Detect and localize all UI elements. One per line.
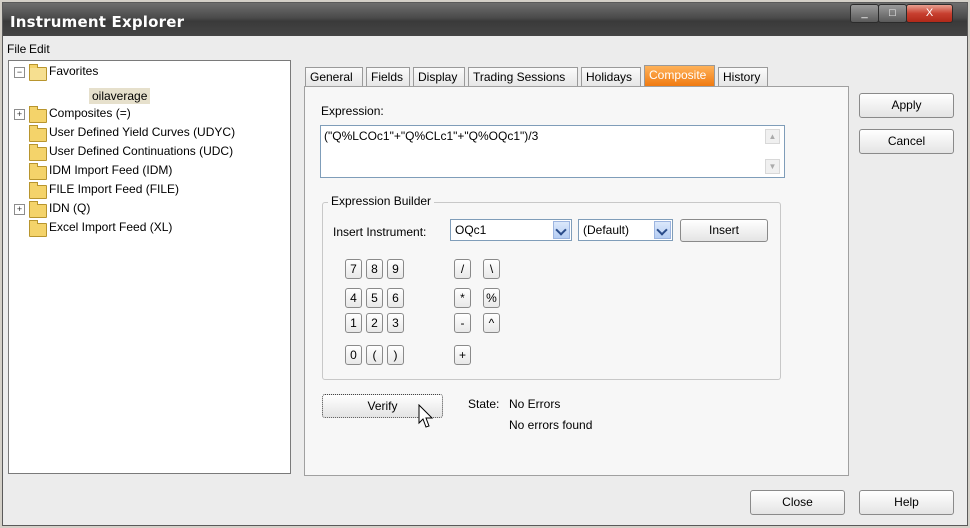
- key-7[interactable]: 7: [345, 259, 362, 279]
- tree-item-idm[interactable]: IDM Import Feed (IDM): [49, 163, 172, 177]
- tab-display[interactable]: Display: [413, 67, 465, 86]
- chevron-down-icon[interactable]: [553, 221, 570, 239]
- tree-item-oilaverage[interactable]: oilaverage: [89, 88, 151, 104]
- window-title: Instrument Explorer: [10, 13, 185, 31]
- folder-icon: [29, 106, 47, 123]
- tab-general[interactable]: General: [305, 67, 363, 86]
- key-minus[interactable]: -: [454, 313, 471, 333]
- key-9[interactable]: 9: [387, 259, 404, 279]
- help-button[interactable]: Help: [859, 490, 954, 515]
- maximize-button[interactable]: □: [878, 4, 907, 23]
- key-power[interactable]: ^: [483, 313, 500, 333]
- scroll-up-icon[interactable]: ▲: [765, 129, 780, 144]
- state-value: No Errors: [509, 397, 561, 411]
- menu-file[interactable]: File: [7, 42, 26, 56]
- key-backslash[interactable]: \: [483, 259, 500, 279]
- tab-composite[interactable]: Composite: [644, 65, 715, 86]
- tab-history[interactable]: History: [718, 67, 768, 86]
- field-value: (Default): [583, 223, 630, 237]
- tab-holidays[interactable]: Holidays: [581, 67, 641, 86]
- expression-label: Expression:: [321, 104, 384, 118]
- cancel-button[interactable]: Cancel: [859, 129, 954, 154]
- tab-trading-sessions[interactable]: Trading Sessions: [468, 67, 578, 86]
- tree-item-idn[interactable]: IDN (Q): [49, 201, 90, 215]
- menu-bar: File Edit: [3, 40, 965, 58]
- folder-icon: [29, 163, 47, 180]
- insert-button[interactable]: Insert: [680, 219, 768, 242]
- key-1[interactable]: 1: [345, 313, 362, 333]
- close-window-button[interactable]: X: [906, 4, 953, 23]
- expression-scrollbar[interactable]: ▲ ▼: [765, 129, 780, 174]
- tree-item-udyc[interactable]: User Defined Yield Curves (UDYC): [49, 125, 235, 139]
- key-8[interactable]: 8: [366, 259, 383, 279]
- key-close-paren[interactable]: ): [387, 345, 404, 365]
- key-0[interactable]: 0: [345, 345, 362, 365]
- instrument-value: OQc1: [455, 223, 487, 237]
- expand-icon[interactable]: +: [14, 204, 25, 215]
- expression-text: ("Q%LCOc1"+"Q%CLc1"+"Q%OQc1")/3: [324, 129, 539, 143]
- key-6[interactable]: 6: [387, 288, 404, 308]
- folder-icon: [29, 201, 47, 218]
- key-5[interactable]: 5: [366, 288, 383, 308]
- tree-item-excel[interactable]: Excel Import Feed (XL): [49, 220, 172, 234]
- key-divide[interactable]: /: [454, 259, 471, 279]
- key-2[interactable]: 2: [366, 313, 383, 333]
- mouse-cursor-icon: [418, 404, 434, 428]
- instrument-tree[interactable]: − Favorites oilaverage + Composites (=) …: [8, 60, 291, 474]
- expression-field[interactable]: ("Q%LCOc1"+"Q%CLc1"+"Q%OQc1")/3 ▲ ▼: [320, 125, 785, 178]
- expand-icon[interactable]: +: [14, 109, 25, 120]
- field-select[interactable]: (Default): [578, 219, 673, 241]
- menu-edit[interactable]: Edit: [29, 42, 50, 56]
- open-folder-icon: [29, 64, 47, 81]
- tree-item-file[interactable]: FILE Import Feed (FILE): [49, 182, 179, 196]
- folder-icon: [29, 144, 47, 161]
- title-bar[interactable]: Instrument Explorer: [3, 3, 967, 36]
- folder-icon: [29, 182, 47, 199]
- key-4[interactable]: 4: [345, 288, 362, 308]
- tab-fields[interactable]: Fields: [366, 67, 410, 86]
- state-label: State:: [468, 397, 500, 411]
- chevron-down-icon[interactable]: [654, 221, 671, 239]
- key-open-paren[interactable]: (: [366, 345, 383, 365]
- scroll-down-icon[interactable]: ▼: [765, 159, 780, 174]
- state-message: No errors found: [509, 418, 593, 432]
- expression-builder-title: Expression Builder: [328, 194, 435, 208]
- key-plus[interactable]: +: [454, 345, 471, 365]
- minimize-button[interactable]: _: [850, 4, 879, 23]
- insert-instrument-label: Insert Instrument:: [333, 225, 427, 239]
- key-multiply[interactable]: *: [454, 288, 471, 308]
- tree-item-favorites[interactable]: Favorites: [49, 64, 98, 78]
- close-button[interactable]: Close: [750, 490, 845, 515]
- instrument-select[interactable]: OQc1: [450, 219, 572, 241]
- key-3[interactable]: 3: [387, 313, 404, 333]
- key-percent[interactable]: %: [483, 288, 500, 308]
- tree-item-composites[interactable]: Composites (=): [49, 106, 131, 120]
- tree-item-udc[interactable]: User Defined Continuations (UDC): [49, 144, 233, 158]
- folder-icon: [29, 125, 47, 142]
- folder-icon: [29, 220, 47, 237]
- collapse-icon[interactable]: −: [14, 67, 25, 78]
- apply-button[interactable]: Apply: [859, 93, 954, 118]
